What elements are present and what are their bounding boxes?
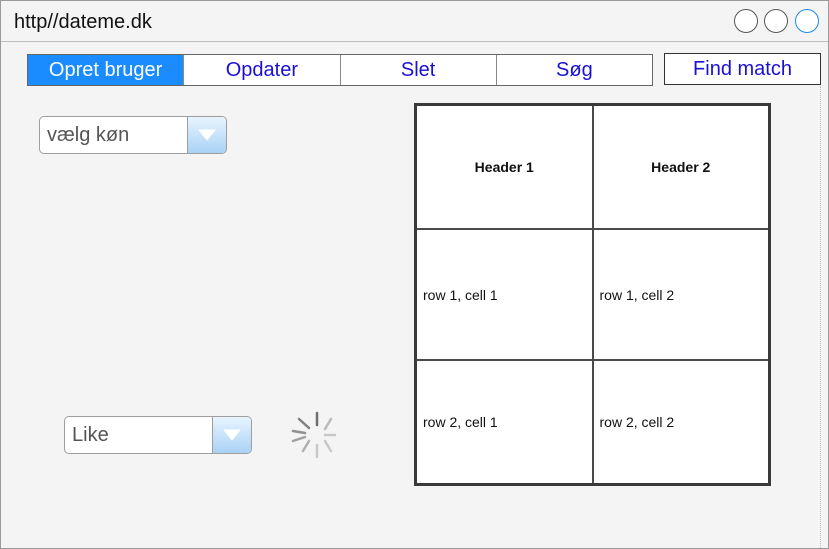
table-header-row: Header 1 Header 2	[417, 106, 768, 231]
minimize-button[interactable]	[734, 9, 758, 33]
table-cell: row 1, cell 1	[417, 228, 594, 361]
tab-opret-bruger[interactable]: Opret bruger	[28, 55, 184, 85]
url-text: http//dateme.dk	[14, 11, 152, 33]
chevron-down-icon[interactable]	[187, 117, 226, 153]
tab-slet[interactable]: Slet	[339, 55, 496, 85]
browser-window: http//dateme.dk Opret bruger Opdater Sle…	[0, 0, 829, 549]
like-select[interactable]: Like	[64, 416, 252, 454]
table-cell: row 1, cell 2	[591, 228, 768, 361]
table-cell: row 2, cell 1	[417, 358, 594, 483]
scroll-guide	[820, 86, 821, 548]
table-cell: row 2, cell 2	[591, 358, 768, 483]
title-bar: http//dateme.dk	[1, 1, 828, 42]
chevron-down-icon[interactable]	[212, 417, 251, 453]
loading-spinner-icon	[287, 409, 347, 461]
table-header-cell: Header 2	[591, 106, 768, 231]
data-table: Header 1 Header 2 row 1, cell 1 row 1, c…	[414, 103, 771, 486]
nav-tabs: Opret bruger Opdater Slet Søg	[27, 54, 653, 86]
maximize-button[interactable]	[764, 9, 788, 33]
find-match-button[interactable]: Find match	[664, 53, 821, 85]
like-select-value: Like	[72, 424, 109, 446]
table-row: row 2, cell 1 row 2, cell 2	[417, 358, 768, 483]
table-header-cell: Header 1	[417, 106, 594, 231]
table-row: row 1, cell 1 row 1, cell 2	[417, 228, 768, 361]
close-button[interactable]	[795, 9, 819, 33]
gender-select-value: vælg køn	[47, 124, 130, 146]
gender-select[interactable]: vælg køn	[39, 116, 227, 154]
tab-soeg[interactable]: Søg	[495, 55, 652, 85]
tab-opdater[interactable]: Opdater	[183, 55, 339, 85]
